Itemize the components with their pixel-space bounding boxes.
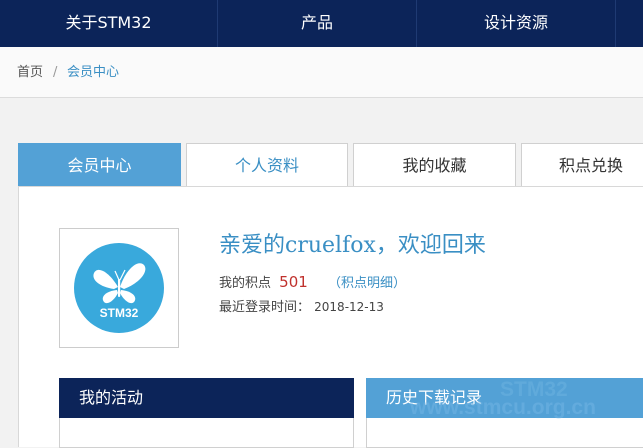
stm32-logo: STM32 xyxy=(74,243,164,333)
nav-item-products[interactable]: 产品 xyxy=(218,0,417,47)
breadcrumb-current-link[interactable]: 会员中心 xyxy=(67,47,119,99)
nav-item-more[interactable] xyxy=(616,0,643,47)
avatar-logo-text: STM32 xyxy=(99,306,139,320)
my-activity-header: 我的活动 xyxy=(59,378,354,418)
my-activity-body xyxy=(59,418,354,448)
points-detail-link[interactable]: （积点明细） xyxy=(328,276,406,291)
download-history-body xyxy=(366,418,643,448)
points-row: 我的积点 501 （积点明细） xyxy=(219,272,406,291)
points-value: 501 xyxy=(279,273,308,291)
points-label: 我的积点 xyxy=(219,276,272,291)
breadcrumb: 首页 / 会员中心 xyxy=(0,47,643,98)
tab-member-center[interactable]: 会员中心 xyxy=(18,143,181,186)
last-login-row: 最近登录时间： 2018-12-13 xyxy=(219,296,384,315)
breadcrumb-home-link[interactable]: 首页 xyxy=(17,47,43,99)
nav-item-design-resources[interactable]: 设计资源 xyxy=(417,0,616,47)
top-navigation: 关于STM32 产品 设计资源 xyxy=(0,0,643,47)
download-history-header: 历史下载记录 xyxy=(366,378,643,418)
nav-item-about-stm32[interactable]: 关于STM32 xyxy=(0,0,218,47)
avatar: STM32 xyxy=(59,228,179,348)
welcome-message: 亲爱的cruelfox，欢迎回来 xyxy=(219,233,486,258)
tab-points-exchange[interactable]: 积点兑换 xyxy=(521,143,643,186)
tab-my-favorites[interactable]: 我的收藏 xyxy=(353,143,516,186)
tab-personal-info[interactable]: 个人资料 xyxy=(186,143,348,186)
last-login-label: 最近登录时间： xyxy=(219,300,311,315)
last-login-date: 2018-12-13 xyxy=(314,300,384,314)
breadcrumb-separator: / xyxy=(53,65,58,80)
